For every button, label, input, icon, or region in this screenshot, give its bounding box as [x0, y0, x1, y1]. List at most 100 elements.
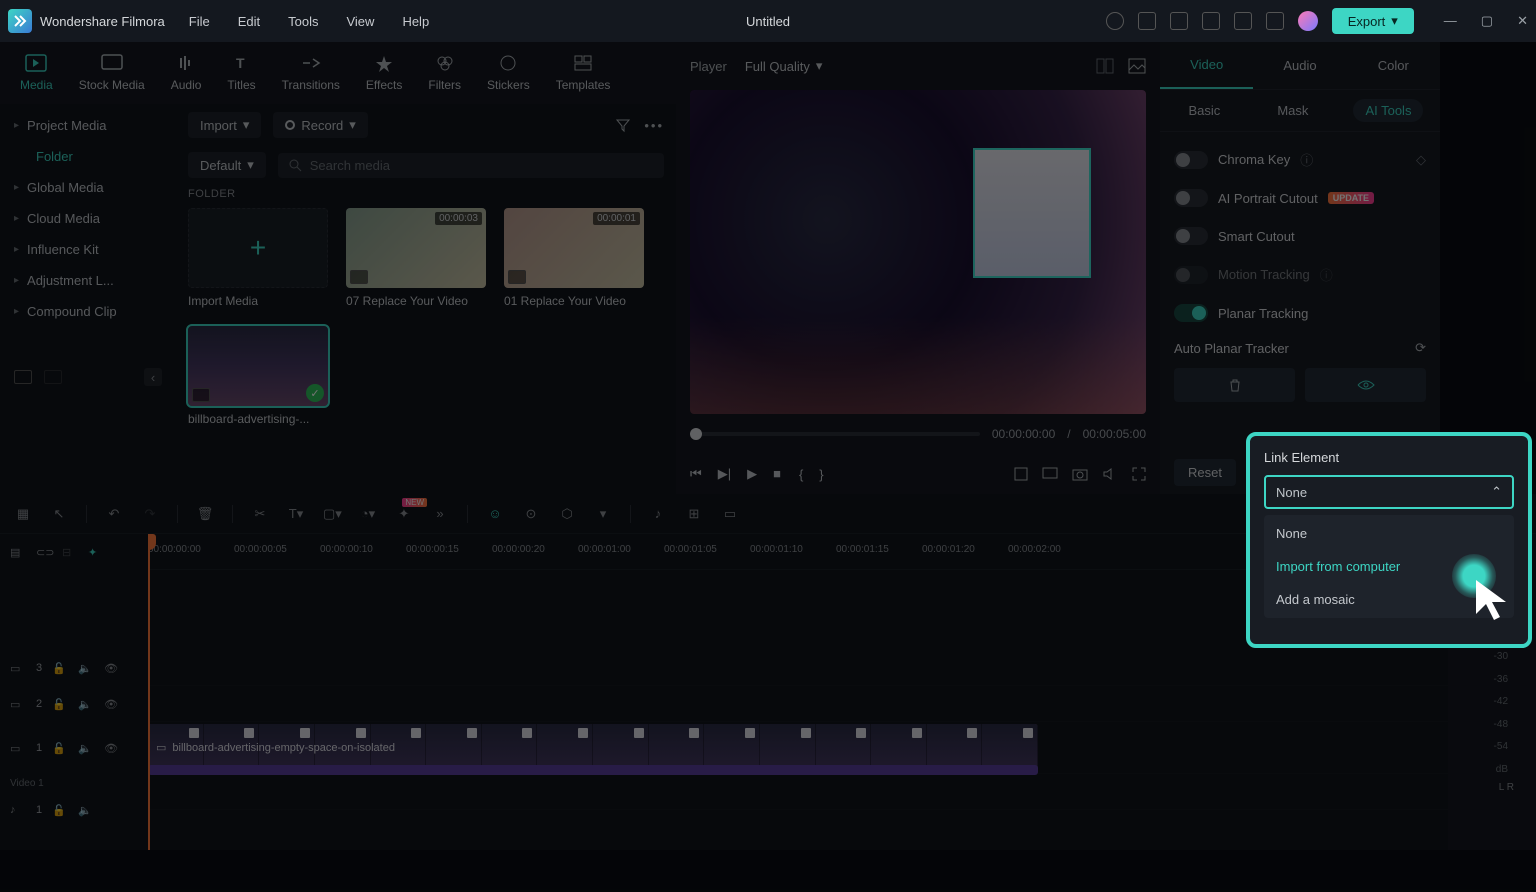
note-icon[interactable]: ▾: [594, 506, 612, 522]
media-item[interactable]: 00:00:03 07 Replace Your Video: [346, 208, 486, 308]
eye-icon[interactable]: 👁: [104, 662, 120, 675]
tab-stickers[interactable]: Stickers: [477, 50, 540, 96]
new-folder-icon[interactable]: [14, 370, 32, 384]
record-tool-icon[interactable]: ⊙: [522, 506, 540, 522]
maximize-button[interactable]: ▢: [1481, 13, 1493, 29]
face-tool-icon[interactable]: ☺: [486, 506, 504, 521]
header-icon-1[interactable]: [1106, 12, 1124, 30]
sidebar-global-media[interactable]: ▸Global Media: [0, 172, 176, 203]
tab-stock-media[interactable]: Stock Media: [69, 50, 155, 96]
toggle-chroma[interactable]: [1174, 151, 1208, 169]
menu-view[interactable]: View: [346, 14, 374, 29]
link-icon[interactable]: ⊂⊃: [36, 546, 52, 559]
sidebar-folder[interactable]: Folder: [0, 141, 176, 172]
undo-icon[interactable]: ↶: [105, 506, 123, 522]
refresh-icon[interactable]: ⟳: [1415, 340, 1426, 356]
play-icon[interactable]: ▶: [747, 466, 757, 482]
inspector-subtab-basic[interactable]: Basic: [1177, 99, 1233, 122]
inspector-subtab-aitools[interactable]: AI Tools: [1353, 99, 1423, 122]
step-back-icon[interactable]: ▶|: [718, 466, 731, 482]
info-icon[interactable]: ⓘ: [1320, 265, 1333, 284]
delete-button[interactable]: [1174, 368, 1295, 402]
menu-help[interactable]: Help: [402, 14, 429, 29]
text-tool-icon[interactable]: T▾: [287, 506, 305, 522]
media-item-selected[interactable]: ✓ billboard-advertising-...: [188, 326, 328, 426]
lock-icon[interactable]: 🔓: [52, 698, 68, 711]
header-icon-3[interactable]: [1170, 12, 1188, 30]
info-icon[interactable]: ⓘ: [1300, 150, 1313, 169]
lock-icon[interactable]: 🔓: [52, 804, 68, 817]
crop-icon[interactable]: ▢▾: [323, 506, 341, 522]
media-item[interactable]: 00:00:01 01 Replace Your Video: [504, 208, 644, 308]
mark-in-icon[interactable]: {: [799, 467, 803, 482]
playhead[interactable]: [148, 534, 150, 850]
visibility-button[interactable]: [1305, 368, 1426, 402]
device-icon[interactable]: ▭: [721, 506, 739, 522]
export-button[interactable]: Export ▾: [1332, 8, 1414, 34]
eye-icon[interactable]: 👁: [104, 698, 120, 711]
sidebar-adjustment[interactable]: ▸Adjustment L...: [0, 265, 176, 296]
marker-icon[interactable]: ⬡: [558, 506, 576, 522]
headphones-icon[interactable]: [1234, 12, 1252, 30]
sidebar-compound-clip[interactable]: ▸Compound Clip: [0, 296, 176, 327]
image-icon[interactable]: [1128, 58, 1146, 74]
pointer-tool-icon[interactable]: ↖: [50, 506, 68, 522]
lock-icon[interactable]: 🔓: [52, 742, 68, 755]
track-row-audio[interactable]: [148, 774, 1448, 810]
track-head-audio[interactable]: ♪1🔓🔈: [0, 792, 148, 828]
track-row-3[interactable]: [148, 650, 1448, 686]
folder-outline-icon[interactable]: [44, 370, 62, 384]
record-button[interactable]: Record▾: [273, 112, 367, 138]
cut-icon[interactable]: ✂: [251, 506, 269, 522]
prev-icon[interactable]: ⏮: [690, 466, 702, 482]
link-option-none[interactable]: None: [1264, 517, 1514, 550]
scrub-bar[interactable]: [690, 432, 980, 436]
layers-icon[interactable]: ▤: [10, 546, 26, 559]
close-button[interactable]: ✕: [1517, 13, 1528, 29]
sidebar-cloud-media[interactable]: ▸Cloud Media: [0, 203, 176, 234]
grid-tool-icon[interactable]: ▦: [14, 506, 32, 522]
inspector-tab-video[interactable]: Video: [1160, 42, 1253, 89]
step-icon[interactable]: ⊟: [62, 546, 78, 559]
import-button[interactable]: Import▾: [188, 112, 261, 138]
menu-file[interactable]: File: [189, 14, 210, 29]
toggle-planar[interactable]: [1174, 304, 1208, 322]
magic-icon[interactable]: ✦NEW: [395, 506, 413, 522]
layout-icon[interactable]: [1096, 58, 1114, 74]
sidebar-influence-kit[interactable]: ▸Influence Kit: [0, 234, 176, 265]
quality-select[interactable]: Full Quality ▾: [745, 58, 823, 74]
track-row-1[interactable]: ▭billboard-advertising-empty-space-on-is…: [148, 722, 1448, 774]
mute-icon[interactable]: 🔈: [78, 698, 94, 711]
badge-icon[interactable]: [1014, 467, 1028, 481]
video-preview[interactable]: [690, 90, 1146, 414]
sidebar-project-media[interactable]: ▸Project Media: [0, 110, 176, 141]
media-import-card[interactable]: + Import Media: [188, 208, 328, 308]
toggle-portrait[interactable]: [1174, 189, 1208, 207]
music-icon[interactable]: ♪: [649, 506, 667, 521]
speed-icon[interactable]: ◔▾: [359, 506, 377, 522]
link-element-select[interactable]: None ⌃: [1264, 475, 1514, 509]
menu-edit[interactable]: Edit: [238, 14, 260, 29]
volume-icon[interactable]: [1102, 467, 1118, 481]
redo-icon[interactable]: ↷: [141, 506, 159, 522]
stop-icon[interactable]: ■: [773, 466, 781, 482]
sort-select[interactable]: Default▾: [188, 152, 266, 178]
inspector-tab-color[interactable]: Color: [1347, 42, 1440, 89]
mark-out-icon[interactable]: }: [819, 467, 823, 482]
grid-icon[interactable]: [1266, 12, 1284, 30]
fullscreen-icon[interactable]: [1132, 467, 1146, 481]
tab-transitions[interactable]: Transitions: [272, 50, 350, 96]
tab-media[interactable]: Media: [10, 50, 63, 96]
mute-icon[interactable]: 🔈: [78, 804, 94, 817]
tab-audio[interactable]: Audio: [161, 50, 212, 96]
mixer-icon[interactable]: ⊞: [685, 506, 703, 522]
eye-icon[interactable]: 👁: [104, 742, 120, 755]
camera-icon[interactable]: [1072, 467, 1088, 481]
tab-templates[interactable]: Templates: [546, 50, 621, 96]
more-tools-icon[interactable]: »: [431, 506, 449, 521]
video-clip[interactable]: ▭billboard-advertising-empty-space-on-is…: [148, 724, 1038, 771]
more-icon[interactable]: •••: [644, 118, 664, 133]
track-head-1[interactable]: ▭1🔓🔈👁: [0, 722, 148, 774]
tab-titles[interactable]: TTitles: [217, 50, 265, 96]
collapse-sidebar-button[interactable]: ‹: [144, 368, 162, 386]
